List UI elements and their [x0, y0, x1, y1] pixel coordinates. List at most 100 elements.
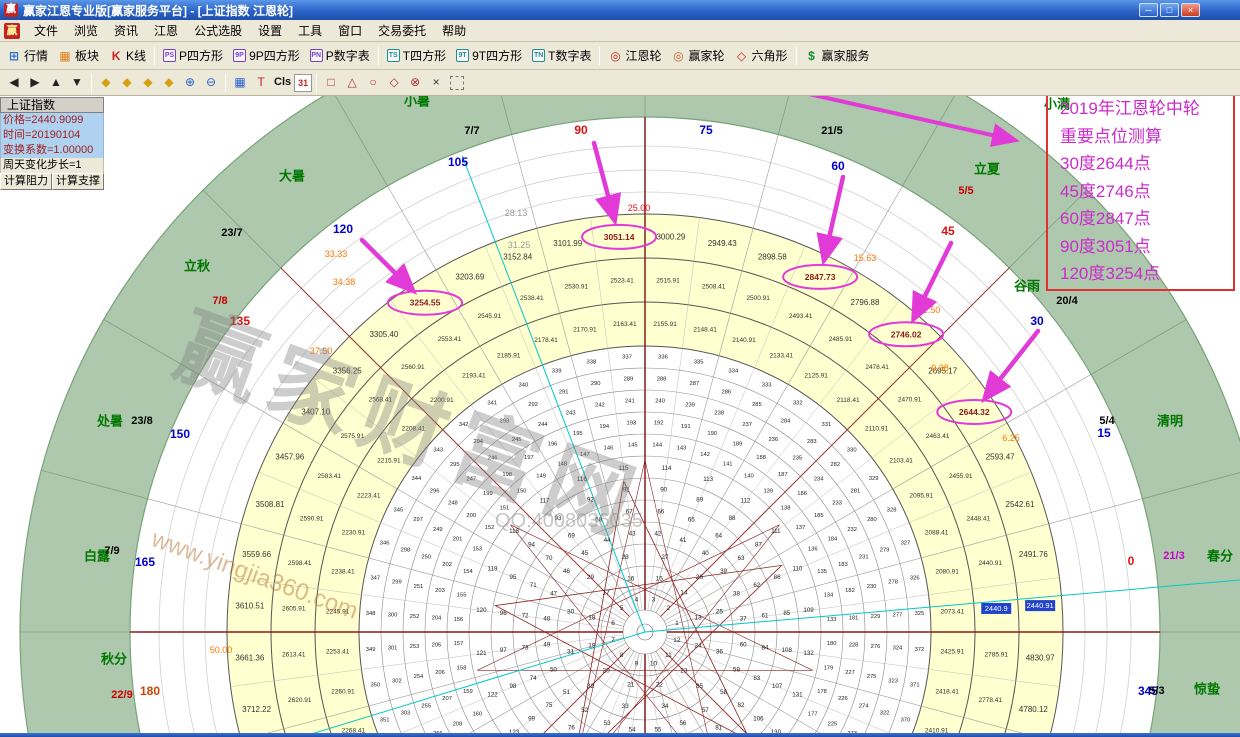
select-tool[interactable] — [450, 76, 464, 90]
svg-text:2088.41: 2088.41 — [925, 529, 949, 536]
menu-item-6[interactable]: 设置 — [250, 19, 290, 42]
svg-text:15: 15 — [656, 575, 664, 582]
svg-text:65: 65 — [688, 517, 695, 524]
diamond-tool-2[interactable]: ◆ — [117, 73, 137, 93]
svg-text:13: 13 — [695, 614, 703, 621]
diamond-tool-4[interactable]: ◆ — [159, 73, 179, 93]
triangle-tool[interactable]: △ — [342, 73, 362, 93]
svg-text:52: 52 — [581, 707, 588, 714]
nav-down-button[interactable]: ▼ — [67, 73, 87, 93]
toolbar-button-9p-square[interactable]: 9P9P四方形 — [228, 44, 305, 67]
svg-text:2500.91: 2500.91 — [746, 295, 770, 302]
svg-text:27: 27 — [661, 554, 669, 561]
diamond-tool-3[interactable]: ◆ — [138, 73, 158, 93]
menu-item-7[interactable]: 工具 — [290, 19, 330, 42]
menu-item-3[interactable]: 资讯 — [106, 19, 146, 42]
zoom-out-button[interactable]: ⊖ — [201, 73, 221, 93]
toolbar-button-gann-wheel[interactable]: ◎江恩轮 — [603, 44, 666, 67]
svg-text:75: 75 — [546, 702, 553, 709]
toolbar-button-9t-square[interactable]: 9T9T四方形 — [451, 44, 527, 67]
toolbar-button-winner-service[interactable]: $赢家服务 — [800, 44, 875, 67]
toolbar-button-p-square[interactable]: PSP四方形 — [158, 44, 228, 67]
svg-text:53: 53 — [604, 720, 611, 727]
rect-tool[interactable]: □ — [321, 73, 341, 93]
nav-left-button[interactable]: ◀ — [4, 73, 24, 93]
svg-text:134: 134 — [824, 593, 834, 599]
svg-text:2530.91: 2530.91 — [565, 283, 589, 290]
svg-text:33: 33 — [621, 703, 629, 710]
toolbar-separator — [154, 47, 155, 65]
cls-button[interactable]: Cls — [272, 73, 293, 93]
title-bar[interactable]: 赢 赢家江恩专业版[赢家服务平台] - [上证指数 江恩轮] ─□× — [0, 0, 1240, 20]
svg-text:120: 120 — [333, 222, 353, 236]
svg-text:惊蛰: 惊蛰 — [1194, 682, 1220, 697]
info-field-4: 周天变化步长=1 — [0, 158, 104, 173]
minimize-button[interactable]: ─ — [1139, 3, 1158, 17]
menu-item-5[interactable]: 公式选股 — [186, 19, 250, 42]
svg-text:QQ:4008036035: QQ:4008036035 — [495, 510, 643, 532]
svg-text:25: 25 — [716, 609, 724, 616]
menu-item-8[interactable]: 窗口 — [330, 19, 370, 42]
grid-view-button[interactable]: ▦ — [230, 73, 250, 93]
nav-up-button[interactable]: ▲ — [46, 73, 66, 93]
toolbar-button-t-number-table[interactable]: TNT数字表 — [527, 44, 596, 67]
circle-cross-tool[interactable]: ⊗ — [405, 73, 425, 93]
zoom-in-button[interactable]: ⊕ — [180, 73, 200, 93]
toolbar-button-quotes-grid[interactable]: ⊞行情 — [2, 44, 53, 67]
diamond-outline-tool[interactable]: ◇ — [384, 73, 404, 93]
svg-text:157: 157 — [454, 641, 464, 647]
app-logo-icon: 赢 — [4, 23, 20, 39]
svg-text:2538.41: 2538.41 — [520, 295, 544, 302]
svg-text:2440.91: 2440.91 — [1027, 601, 1054, 610]
svg-text:3712.22: 3712.22 — [242, 705, 271, 714]
svg-text:278: 278 — [888, 580, 898, 586]
toolbar-button-label: 江恩轮 — [625, 47, 661, 64]
calc-resistance-button[interactable]: 计算阻力 — [0, 173, 52, 190]
svg-text:2073.41: 2073.41 — [941, 608, 965, 615]
toolbar-button-hexagon[interactable]: ◇六角形 — [730, 44, 793, 67]
svg-text:处暑: 处暑 — [96, 414, 123, 429]
toolbar-separator — [796, 47, 797, 65]
toolbar-button-kline[interactable]: KK线 — [104, 44, 151, 67]
t-marker-button[interactable]: T — [251, 73, 271, 93]
menu-item-10[interactable]: 帮助 — [434, 19, 474, 42]
toolbar-button-p-number-table[interactable]: PNP数字表 — [305, 44, 375, 67]
circle-tool[interactable]: ○ — [363, 73, 383, 93]
svg-text:2746.02: 2746.02 — [891, 329, 922, 339]
maximize-button[interactable]: □ — [1160, 3, 1179, 17]
annotation-line-1: 2019年江恩轮中轮 — [1060, 95, 1233, 123]
calendar-button[interactable]: 31 — [294, 74, 312, 92]
svg-text:324: 324 — [893, 646, 903, 652]
svg-text:2230.91: 2230.91 — [342, 529, 366, 536]
close-button[interactable]: × — [1181, 3, 1200, 17]
svg-text:139: 139 — [763, 488, 773, 494]
svg-text:48: 48 — [543, 616, 550, 623]
delete-tool[interactable]: × — [426, 73, 446, 93]
toolbar-button-t-square[interactable]: TST四方形 — [382, 44, 451, 67]
svg-text:82: 82 — [738, 702, 745, 709]
menu-item-9[interactable]: 交易委托 — [370, 19, 434, 42]
svg-text:2796.88: 2796.88 — [851, 298, 880, 307]
svg-text:4: 4 — [635, 597, 639, 604]
nav-right-button[interactable]: ▶ — [25, 73, 45, 93]
symbol-title: 上证指数 — [0, 97, 104, 113]
svg-text:232: 232 — [847, 527, 857, 533]
toolbar-button-label: T四方形 — [403, 47, 446, 64]
gann-wheel-icon: ◎ — [608, 49, 622, 63]
menu-item-1[interactable]: 文件 — [26, 19, 66, 42]
svg-text:133: 133 — [827, 617, 837, 623]
svg-text:177: 177 — [808, 712, 818, 718]
menu-item-2[interactable]: 浏览 — [66, 19, 106, 42]
svg-text:187: 187 — [778, 472, 788, 478]
svg-text:205: 205 — [432, 643, 442, 649]
toolbar-button-sectors[interactable]: ▦板块 — [53, 44, 104, 67]
diamond-tool-1[interactable]: ◆ — [96, 73, 116, 93]
toolbar-button-winner-wheel[interactable]: ◎赢家轮 — [666, 44, 729, 67]
toolbar-button-label: P四方形 — [179, 47, 223, 64]
svg-text:231: 231 — [859, 555, 869, 561]
svg-text:114: 114 — [662, 465, 672, 472]
svg-text:23/8: 23/8 — [131, 415, 152, 427]
menu-item-4[interactable]: 江恩 — [146, 19, 186, 42]
calc-support-button[interactable]: 计算支撑 — [52, 173, 104, 190]
svg-text:1: 1 — [675, 620, 679, 627]
